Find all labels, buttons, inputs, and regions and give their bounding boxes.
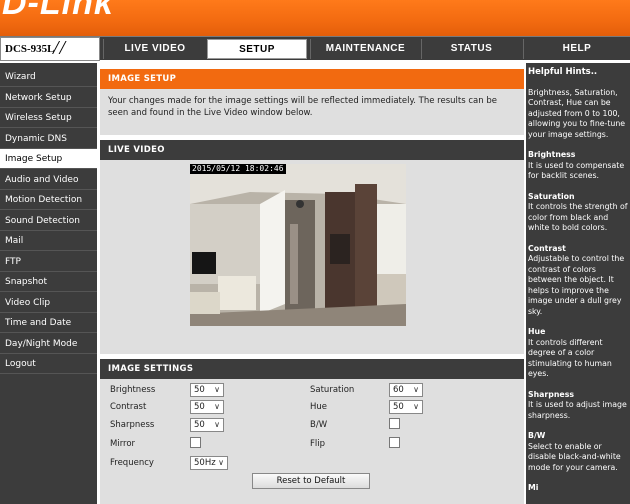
hint-heading-sharpness: Sharpness	[528, 389, 574, 399]
tab-setup[interactable]: SETUP	[207, 39, 307, 59]
flip-label: Flip	[310, 439, 326, 449]
sidebar-menu: Wizard Network Setup Wireless Setup Dyna…	[0, 63, 97, 504]
sidebar-item-logout[interactable]: Logout	[0, 354, 97, 374]
contrast-select[interactable]: 50 ∨	[190, 400, 224, 414]
help-intro: Brightness, Saturation, Contrast, Hue ca…	[528, 87, 626, 139]
dlink-logo: D-Link	[2, 0, 114, 22]
image-setup-title: IMAGE SETUP	[100, 69, 524, 89]
sidebar-item-mail[interactable]: Mail	[0, 231, 97, 251]
sidebar-item-image-setup[interactable]: Image Setup	[0, 149, 97, 169]
chevron-down-icon: ∨	[413, 402, 419, 411]
header-banner: D-Link	[0, 0, 630, 36]
sharpness-select[interactable]: 50 ∨	[190, 418, 224, 432]
mirror-label: Mirror	[110, 439, 136, 449]
hint-body-hue: It controls different degree of a color …	[528, 337, 612, 379]
image-settings-section: IMAGE SETTINGS Brightness 50 ∨ Contrast 5…	[100, 359, 524, 504]
contrast-label: Contrast	[110, 402, 147, 412]
hue-select[interactable]: 50 ∨	[389, 400, 423, 414]
chevron-down-icon: ∨	[218, 458, 224, 467]
brightness-label: Brightness	[110, 385, 156, 395]
hint-body-sharpness: It is used to adjust image sharpness.	[528, 400, 627, 420]
frequency-value: 50Hz	[194, 458, 216, 468]
camera-scene-image	[190, 164, 406, 326]
image-setup-description: Your changes made for the image settings…	[108, 96, 497, 118]
live-video-title: LIVE VIDEO	[100, 140, 524, 160]
live-video-feed: 2015/05/12 18:02:46	[190, 164, 406, 326]
saturation-value: 60	[393, 385, 404, 395]
main-content: IMAGE SETUP Your changes made for the im…	[100, 63, 524, 504]
frequency-select[interactable]: 50Hz ∨	[190, 456, 228, 470]
bw-label: B/W	[310, 420, 328, 430]
hint-body-brightness: It is used to compensate for backlit sce…	[528, 160, 625, 181]
tab-maintenance[interactable]: MAINTENANCE	[310, 39, 420, 59]
sharpness-value: 50	[194, 420, 205, 430]
chevron-down-icon: ∨	[413, 385, 419, 394]
hint-heading-hue: Hue	[528, 327, 546, 336]
sidebar-item-snapshot[interactable]: Snapshot	[0, 272, 97, 292]
sidebar-item-ftp[interactable]: FTP	[0, 252, 97, 272]
sidebar-item-time-and-date[interactable]: Time and Date	[0, 313, 97, 333]
hue-value: 50	[393, 402, 404, 412]
hint-heading-bw: B/W	[528, 431, 546, 440]
help-title: Helpful Hints..	[528, 67, 598, 77]
brightness-select[interactable]: 50 ∨	[190, 383, 224, 397]
saturation-select[interactable]: 60 ∨	[389, 383, 423, 397]
sidebar-item-dynamic-dns[interactable]: Dynamic DNS	[0, 129, 97, 149]
hint-body-contrast: Adjustable to control the contrast of co…	[528, 254, 625, 316]
image-setup-section: IMAGE SETUP Your changes made for the im…	[100, 69, 524, 135]
reset-to-default-button[interactable]: Reset to Default	[252, 473, 370, 489]
sidebar-item-sound-detection[interactable]: Sound Detection	[0, 211, 97, 231]
flip-checkbox[interactable]	[389, 437, 400, 448]
mirror-checkbox[interactable]	[190, 437, 201, 448]
model-slashes-decoration: / /	[53, 37, 65, 59]
tab-live-video[interactable]: LIVE VIDEO	[103, 39, 206, 59]
chevron-down-icon: ∨	[214, 420, 220, 429]
hint-body-bw: Select to enable or disable black-and-wh…	[528, 441, 621, 472]
chevron-down-icon: ∨	[214, 402, 220, 411]
brightness-value: 50	[194, 385, 205, 395]
sidebar-item-wizard[interactable]: Wizard	[0, 67, 97, 87]
hint-heading-mirror: Mi	[528, 483, 539, 492]
hint-heading-brightness: Brightness	[528, 150, 576, 159]
help-panel: Helpful Hints.. Brightness, Saturation, …	[526, 63, 630, 504]
hint-heading-contrast: Contrast	[528, 243, 566, 253]
chevron-down-icon: ∨	[214, 385, 220, 394]
image-settings-title: IMAGE SETTINGS	[100, 359, 524, 379]
tab-help[interactable]: HELP	[523, 39, 630, 59]
sharpness-label: Sharpness	[110, 420, 155, 430]
hint-body-saturation: It controls the strength of color from b…	[528, 202, 628, 232]
sidebar-item-video-clip[interactable]: Video Clip	[0, 293, 97, 313]
contrast-value: 50	[194, 402, 205, 412]
saturation-label: Saturation	[310, 385, 355, 395]
sidebar-item-motion-detection[interactable]: Motion Detection	[0, 190, 97, 210]
hint-heading-saturation: Saturation	[528, 191, 575, 201]
sidebar-item-network-setup[interactable]: Network Setup	[0, 88, 97, 108]
model-label: DCS-935L	[5, 43, 55, 55]
hue-label: Hue	[310, 402, 328, 412]
top-navigation: DCS-935L / / LIVE VIDEO SETUP MAINTENANC…	[0, 36, 630, 61]
model-badge: DCS-935L / /	[0, 37, 100, 61]
sidebar-item-wireless-setup[interactable]: Wireless Setup	[0, 108, 97, 128]
bw-checkbox[interactable]	[389, 418, 400, 429]
video-timestamp: 2015/05/12 18:02:46	[190, 164, 286, 174]
live-video-section: LIVE VIDEO 2015/05/12 18:02:46	[100, 140, 524, 354]
sidebar-item-day-night-mode[interactable]: Day/Night Mode	[0, 334, 97, 354]
sidebar-item-audio-and-video[interactable]: Audio and Video	[0, 170, 97, 190]
frequency-label: Frequency	[110, 458, 154, 468]
tab-status[interactable]: STATUS	[421, 39, 521, 59]
